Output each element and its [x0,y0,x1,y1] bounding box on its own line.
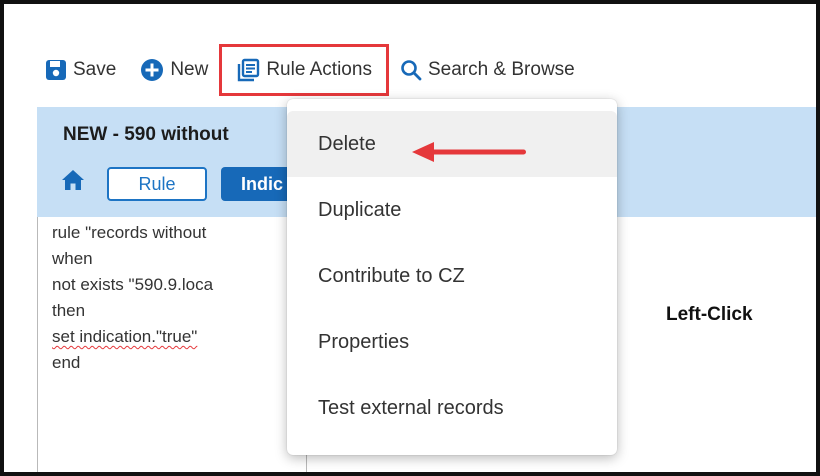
tab-rule[interactable]: Rule [107,167,207,201]
screenshot-frame: Save New Rule Actions Search & Browse NE… [0,0,820,476]
rule-actions-label: Rule Actions [266,59,372,80]
page-title: NEW - 590 without [63,124,229,145]
new-button[interactable]: New [133,50,215,90]
code-line: rule "records without [52,223,207,242]
save-button[interactable]: Save [38,50,123,90]
code-line: set indication."true" [52,327,198,346]
arrow-left-icon [412,139,530,170]
save-label: Save [73,59,117,80]
new-label: New [170,59,209,80]
menu-item-duplicate[interactable]: Duplicate [287,177,617,243]
home-icon[interactable] [61,169,85,196]
menu-item-properties[interactable]: Properties [287,309,617,375]
menu-item-test-external-records[interactable]: Test external records [287,375,617,441]
rule-editor[interactable]: rule "records without when not exists "5… [37,217,307,472]
plus-circle-icon [140,58,164,82]
search-browse-button[interactable]: Search & Browse [393,50,582,90]
search-icon [400,59,422,81]
left-click-annotation: Left-Click [666,304,753,325]
rule-actions-button[interactable]: Rule Actions [219,44,389,96]
code-line: then [52,301,86,320]
code-line: when [52,249,93,268]
rule-actions-icon [236,58,260,82]
save-icon [45,59,67,81]
code-line: end [52,353,81,372]
menu-item-contribute-to-cz[interactable]: Contribute to CZ [287,243,617,309]
search-browse-label: Search & Browse [427,59,575,80]
toolbar: Save New Rule Actions Search & Browse [38,44,582,96]
code-line: not exists "590.9.loca [52,275,214,294]
